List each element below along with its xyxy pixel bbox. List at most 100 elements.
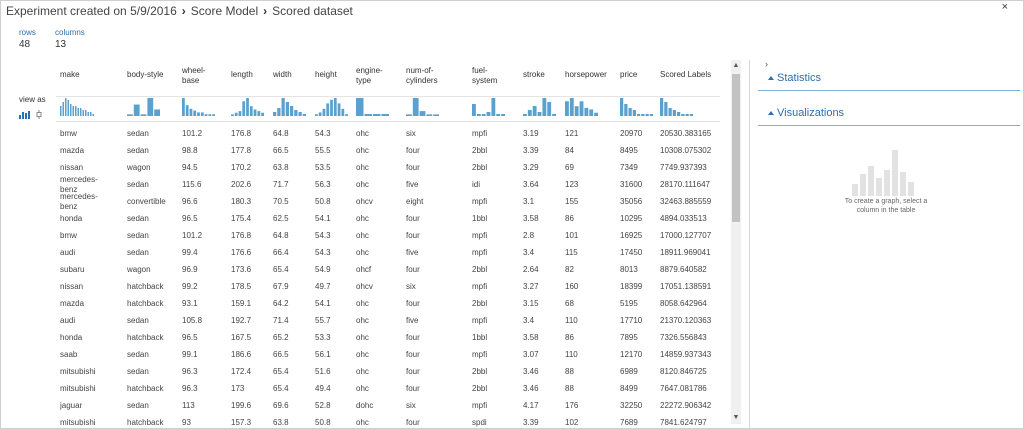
histogram-bar (537, 112, 542, 116)
breadcrumb-module[interactable]: Score Model (191, 4, 258, 18)
view-as-label: view as (19, 95, 46, 104)
cell-horsepower: 155 (565, 197, 579, 206)
column-header-horsepower[interactable]: horsepower (565, 70, 607, 80)
chevron-right-icon[interactable]: › (765, 59, 768, 69)
column-header-price[interactable]: price (620, 70, 637, 80)
cell-price: 20970 (620, 129, 643, 138)
table-row[interactable]: nissan wagon 94.5 170.2 63.8 53.5 ohc four 2bbl 3… (48, 159, 728, 176)
column-histogram-fuel-system[interactable] (472, 96, 506, 121)
histogram-bar (496, 114, 501, 116)
column-header-num-of-cylinders[interactable]: num-of- cylinders (406, 66, 438, 86)
boxplot-view-icon[interactable] (36, 110, 42, 119)
table-row[interactable]: subaru wagon 96.9 173.6 65.4 54.9 ohcf four 2bbl… (48, 261, 728, 278)
cell-price: 10295 (620, 214, 643, 223)
histogram-bar (60, 106, 62, 116)
table-row[interactable]: mercedes- benz convertible 96.6 180.3 70.5 50… (48, 192, 728, 211)
table-row[interactable]: jaguar sedan 113 199.6 69.6 52.8 dohc six mpfi 4.… (48, 397, 728, 414)
histogram-bar (281, 98, 285, 116)
histogram-bar (253, 109, 257, 116)
column-histogram-length[interactable] (231, 96, 265, 121)
histogram-view-icon[interactable] (19, 111, 30, 119)
column-histogram-body-style[interactable] (127, 96, 161, 121)
column-histogram-height[interactable] (315, 96, 349, 121)
histogram-bar (62, 102, 64, 116)
cell-num-of-cylinders: six (406, 129, 416, 138)
column-histogram-stroke[interactable] (523, 96, 557, 121)
cell-make: subaru (60, 265, 85, 274)
column-header-length[interactable]: length (231, 70, 253, 80)
column-histogram-num-of-cylinders[interactable] (406, 96, 440, 121)
cell-num-of-cylinders: five (406, 248, 419, 257)
cell-price: 31600 (620, 180, 643, 189)
column-header-fuel-system[interactable]: fuel- system (472, 66, 497, 86)
column-histogram-make[interactable] (60, 96, 94, 121)
cell-body-style: convertible (127, 197, 166, 206)
column-header-engine-type[interactable]: engine- type (356, 66, 383, 86)
table-row[interactable]: bmw sedan 101.2 176.8 64.8 54.3 ohc four mpfi 2.8… (48, 227, 728, 244)
column-header-wheel-base[interactable]: wheel- base (182, 66, 206, 86)
histogram-bar (330, 99, 333, 116)
cell-width: 67.9 (273, 282, 289, 291)
column-header-make[interactable]: make (60, 70, 80, 80)
cell-num-of-cylinders: four (406, 214, 420, 223)
scroll-up-icon[interactable]: ▲ (732, 62, 740, 70)
column-header-height[interactable]: height (315, 70, 337, 80)
histogram-bar (82, 110, 84, 116)
table-row[interactable]: audi sedan 105.8 192.7 71.4 55.7 ohc five mpfi 3.… (48, 312, 728, 329)
table-row[interactable]: mitsubishi hatchback 96.3 173 65.4 49.4 ohc fou… (48, 380, 728, 397)
histogram-bar (290, 106, 294, 116)
visualizations-section[interactable]: Visualizations (758, 106, 1020, 126)
column-histogram-engine-type[interactable] (356, 96, 390, 121)
breadcrumb-experiment[interactable]: Experiment created on 5/9/2016 (6, 4, 177, 18)
table-row[interactable]: nissan hatchback 99.2 178.5 67.9 49.7 ohcv six m… (48, 278, 728, 295)
column-histogram-width[interactable] (273, 96, 307, 121)
cell-horsepower: 101 (565, 231, 579, 240)
table-row[interactable]: bmw sedan 101.2 176.8 64.8 54.3 ohc six mpfi 3.19… (48, 125, 728, 142)
scrollbar-thumb[interactable] (732, 74, 740, 222)
cell-width: 66.5 (273, 146, 289, 155)
cell-engine-type: ohc (356, 129, 369, 138)
column-histogram-wheel-base[interactable] (182, 96, 216, 121)
scroll-down-icon[interactable]: ▼ (732, 414, 740, 422)
cell-num-of-cylinders: six (406, 282, 416, 291)
cell-body-style: sedan (127, 129, 149, 138)
cell-fuel-system: 2bbl (472, 367, 488, 376)
column-histogram-scored-labels[interactable] (660, 96, 694, 121)
histogram-bar (672, 110, 676, 116)
histogram-bar (189, 108, 193, 116)
table-row[interactable]: saab sedan 99.1 186.6 66.5 56.1 ohc four mpfi 3.0… (48, 346, 728, 363)
table-row[interactable]: audi sedan 99.4 176.6 66.4 54.3 ohc five mpfi 3.4… (48, 244, 728, 261)
cell-horsepower: 102 (565, 418, 579, 427)
column-header-width[interactable]: width (273, 70, 292, 80)
cell-fuel-system: spdi (472, 418, 487, 427)
table-row[interactable]: mitsubishi sedan 96.3 172.4 65.4 51.6 ohc four 2… (48, 363, 728, 380)
column-histogram-price[interactable] (620, 96, 654, 121)
cell-body-style: sedan (127, 146, 149, 155)
vertical-scrollbar[interactable]: ▲ ▼ (731, 60, 741, 424)
histogram-bar (681, 114, 685, 116)
cell-height: 54.3 (315, 129, 331, 138)
cell-wheel-base: 98.8 (182, 146, 198, 155)
cell-width: 66.5 (273, 350, 289, 359)
table-row[interactable]: mitsubishi hatchback 93 157.3 63.8 50.8 ohc fou… (48, 414, 728, 429)
histogram-bar (628, 108, 632, 116)
close-icon[interactable]: × (1002, 1, 1008, 13)
table-row[interactable]: mazda sedan 98.8 177.8 66.5 55.5 ohc four 2bbl 3.… (48, 142, 728, 159)
column-header-body-style[interactable]: body-style (127, 70, 163, 80)
cell-num-of-cylinders: four (406, 384, 420, 393)
table-row[interactable]: honda hatchback 96.5 167.5 65.2 53.3 ohc four 1b… (48, 329, 728, 346)
cell-length: 176.8 (231, 129, 252, 138)
column-histogram-horsepower[interactable] (565, 96, 599, 121)
cell-width: 70.5 (273, 197, 289, 206)
table-row[interactable]: mazda hatchback 93.1 159.1 64.2 54.1 ohc four 2b… (48, 295, 728, 312)
table-row[interactable]: mercedes- benz sedan 115.6 202.6 71.7 56.3 ohc… (48, 175, 728, 194)
statistics-section[interactable]: Statistics (758, 71, 1020, 91)
column-header-scored-labels[interactable]: Scored Labels (660, 70, 711, 80)
histogram-bar (197, 112, 200, 116)
column-header-stroke[interactable]: stroke (523, 70, 545, 80)
cell-length: 170.2 (231, 163, 252, 172)
histogram-bar (341, 108, 345, 116)
table-row[interactable]: honda sedan 96.5 175.4 62.5 54.1 ohc four 1bbl 3.… (48, 210, 728, 227)
histogram-bar (147, 98, 154, 116)
cell-stroke: 3.4 (523, 316, 535, 325)
